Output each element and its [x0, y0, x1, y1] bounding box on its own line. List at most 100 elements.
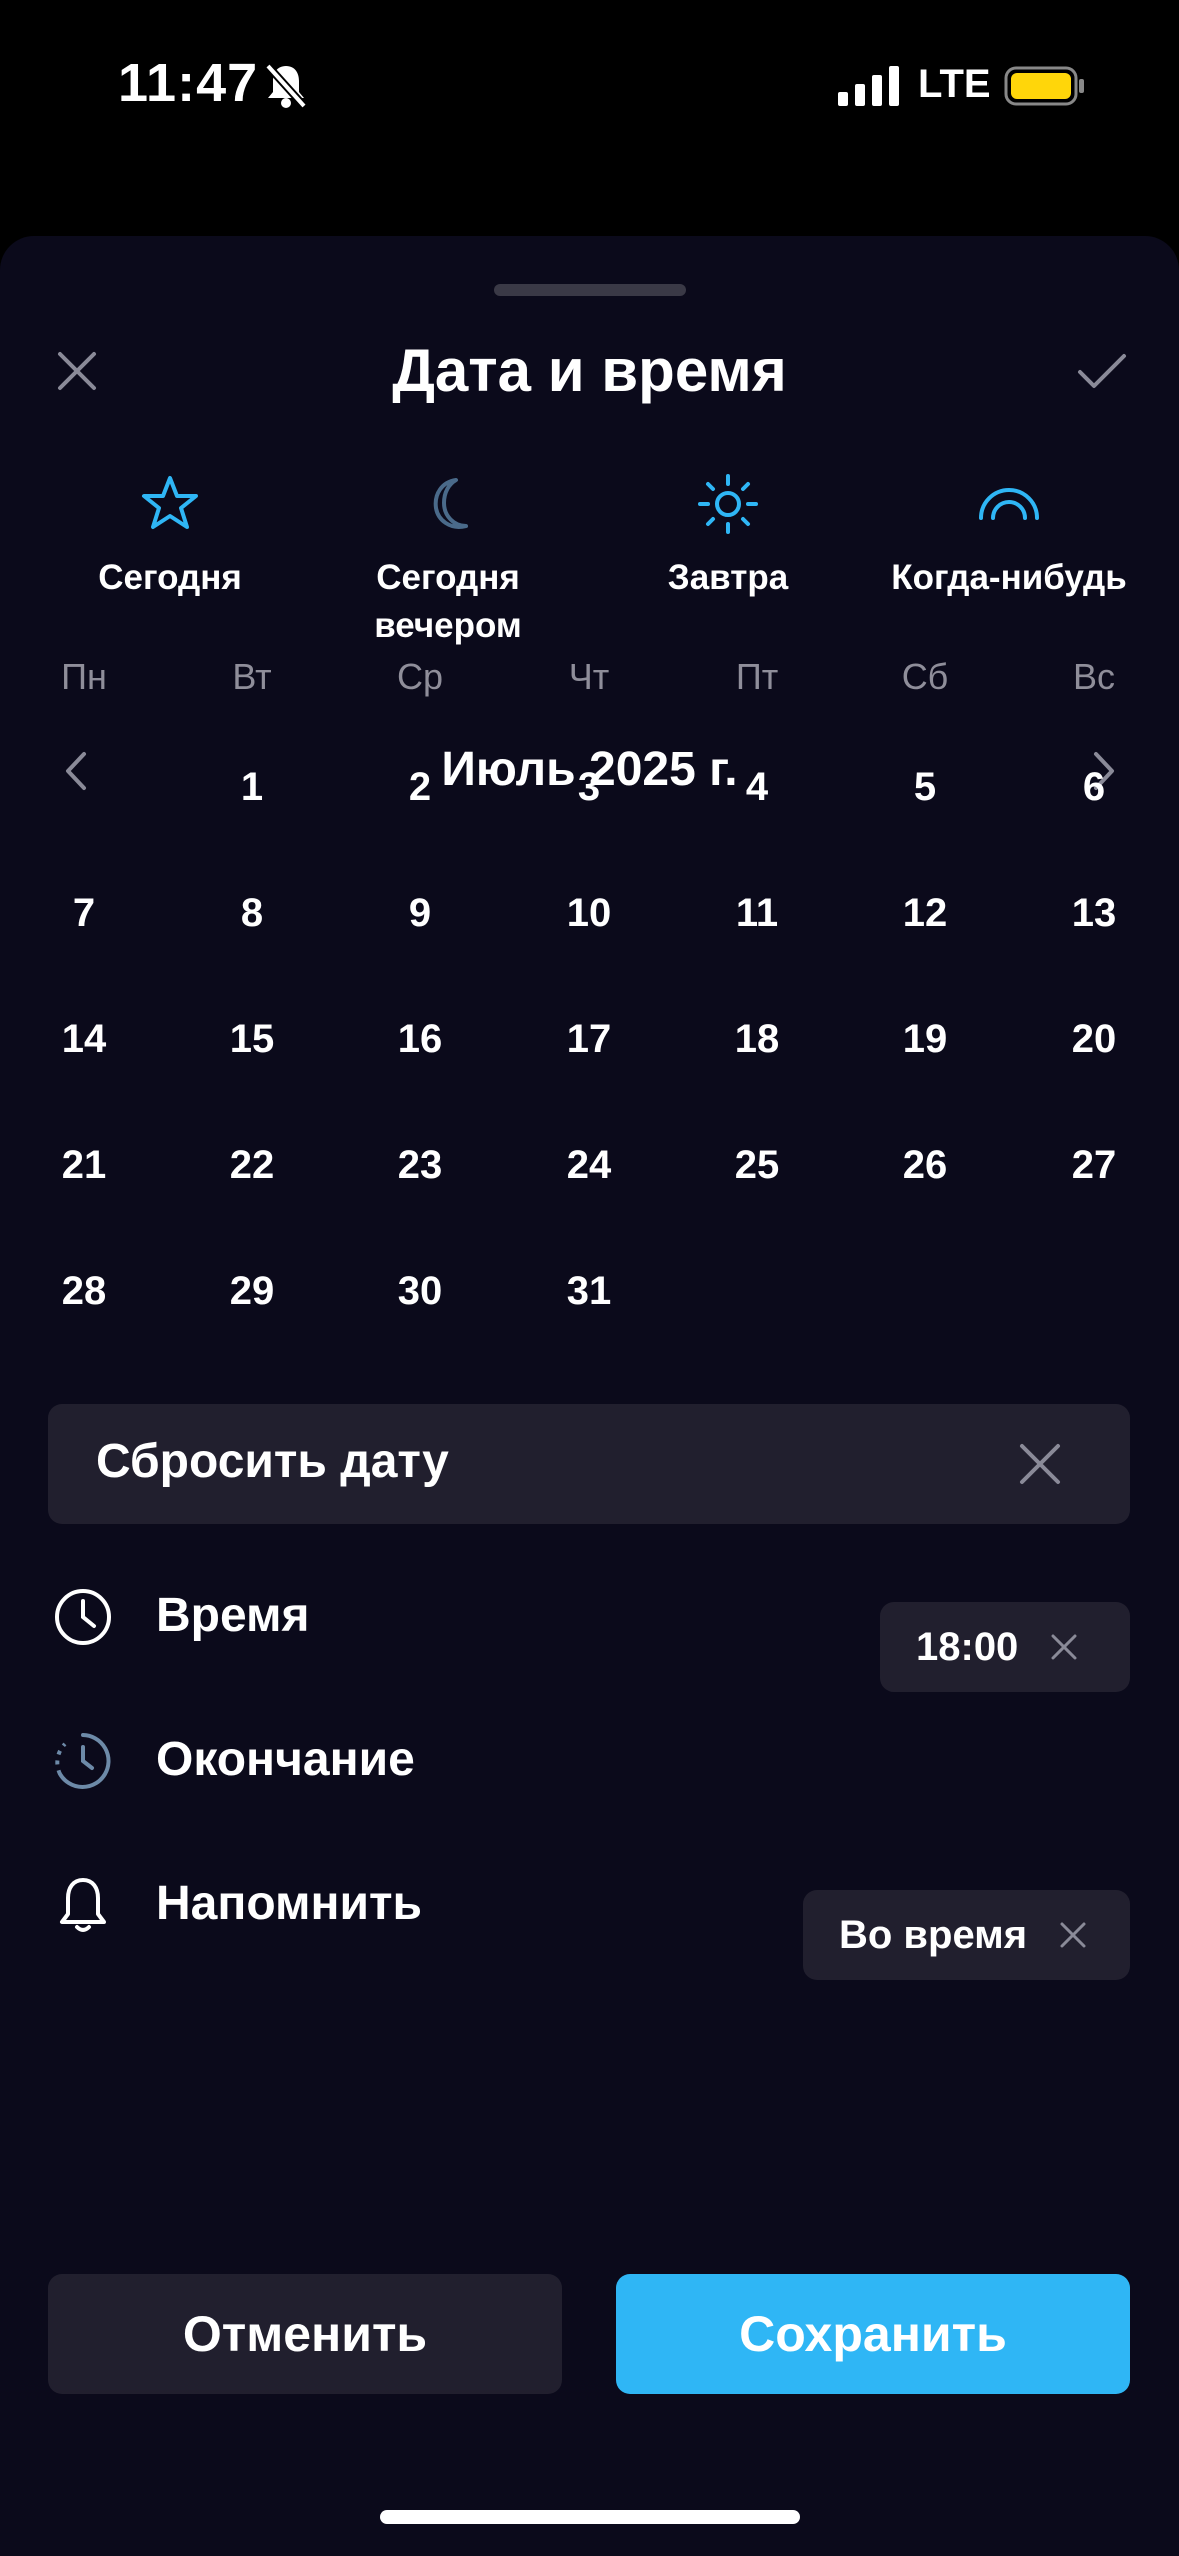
close-icon[interactable] — [1016, 1440, 1064, 1488]
reset-date-button[interactable]: Сбросить дату — [48, 1404, 1130, 1524]
calendar-day[interactable]: 11 — [697, 868, 817, 958]
weekday-label: Ср — [396, 656, 444, 697]
close-icon[interactable] — [1057, 1919, 1089, 1951]
weekday-label: Пт — [735, 656, 779, 697]
calendar-day-number: 16 — [397, 1017, 443, 1061]
calendar-day-number: 23 — [397, 1143, 443, 1187]
calendar-day[interactable]: 9 — [360, 868, 480, 958]
calendar-day[interactable]: 17 — [529, 994, 649, 1084]
quick-option-tomorrow[interactable]: Завтра — [598, 472, 858, 602]
end-label[interactable]: Окончание — [156, 1732, 415, 1787]
calendar-day-number: 14 — [61, 1017, 107, 1061]
clock-icon — [55, 1589, 111, 1645]
date-time-sheet: Дата и время Сегодня Сегодня вечером Зав… — [0, 236, 1179, 2556]
calendar-day[interactable]: 24 — [529, 1120, 649, 1210]
status-bar: 11:47 LTE — [0, 0, 1179, 170]
close-icon[interactable] — [1048, 1631, 1080, 1663]
quick-option-someday[interactable]: Когда-нибудь — [878, 472, 1140, 602]
time-chip[interactable]: 18:00 — [880, 1602, 1130, 1692]
calendar-day[interactable]: 23 — [360, 1120, 480, 1210]
calendar-day[interactable]: 8 — [192, 868, 312, 958]
calendar-day[interactable]: 6 — [1034, 742, 1154, 832]
calendar-day[interactable]: 3 — [529, 742, 649, 832]
moon-icon — [433, 478, 468, 529]
calendar-day[interactable]: 21 — [24, 1120, 144, 1210]
calendar-day[interactable]: 25 — [697, 1120, 817, 1210]
calendar-day[interactable]: 13 — [1034, 868, 1154, 958]
calendar-day[interactable]: 7 — [24, 868, 144, 958]
calendar-day[interactable]: 2 — [360, 742, 480, 832]
calendar-day-number: 13 — [1071, 891, 1117, 935]
calendar-day[interactable]: 27 — [1034, 1120, 1154, 1210]
calendar-day[interactable]: 30 — [360, 1246, 480, 1336]
calendar-day[interactable]: 10 — [529, 868, 649, 958]
calendar-day[interactable]: 29 — [192, 1246, 312, 1336]
calendar-day-number: 17 — [566, 1017, 612, 1061]
status-time: 11:47 — [118, 53, 259, 113]
quick-option-tonight[interactable]: Сегодня вечером — [318, 472, 578, 650]
quick-option-label: Сегодня вечером — [374, 558, 522, 645]
weekday-label: Сб — [901, 656, 949, 697]
calendar-day-number: 10 — [566, 891, 612, 935]
quick-option-label: Сегодня — [98, 558, 242, 597]
weekday-label: Вс — [1072, 656, 1115, 697]
calendar-day-number: 24 — [566, 1143, 612, 1187]
time-value: 18:00 — [916, 1624, 1019, 1669]
calendar-day-number: 18 — [734, 1017, 780, 1061]
star-icon — [142, 476, 198, 529]
reset-date-label: Сбросить дату — [96, 1435, 449, 1488]
calendar-day[interactable]: 14 — [24, 994, 144, 1084]
calendar-day-number: 25 — [734, 1143, 780, 1187]
bell-off-icon — [265, 63, 307, 109]
calendar-day[interactable]: 4 — [697, 742, 817, 832]
calendar-day-number: 26 — [902, 1143, 948, 1187]
calendar-day-number: 22 — [229, 1143, 275, 1187]
remind-chip[interactable]: Во время — [803, 1890, 1130, 1980]
weekday-label: Пн — [61, 656, 107, 697]
calendar-day[interactable]: 28 — [24, 1246, 144, 1336]
cancel-button[interactable]: Отменить — [48, 2274, 562, 2394]
weekday-label: Чт — [568, 656, 610, 697]
time-label[interactable]: Время — [156, 1588, 310, 1643]
network-type: LTE — [918, 62, 991, 106]
calendar-day-number: 9 — [408, 891, 432, 935]
home-indicator[interactable] — [380, 2510, 800, 2524]
checkmark-icon[interactable] — [1074, 346, 1130, 396]
calendar-day[interactable]: 20 — [1034, 994, 1154, 1084]
calendar-day-number: 31 — [566, 1269, 612, 1313]
calendar-day-selected[interactable]: 1 — [192, 742, 312, 832]
calendar-day[interactable]: 26 — [865, 1120, 985, 1210]
calendar-day-number: 20 — [1071, 1017, 1117, 1061]
calendar-day-number: 15 — [229, 1017, 275, 1061]
calendar-day[interactable]: 16 — [360, 994, 480, 1084]
calendar-day-number: 6 — [1082, 765, 1106, 809]
calendar-day-number: 28 — [61, 1269, 107, 1313]
calendar-day[interactable]: 19 — [865, 994, 985, 1084]
calendar-day-number: 7 — [72, 891, 96, 935]
signal-icon — [838, 66, 899, 106]
calendar-day-number: 8 — [240, 891, 264, 935]
remind-label[interactable]: Напомнить — [156, 1876, 422, 1931]
calendar-day[interactable]: 5 — [865, 742, 985, 832]
calendar-day-number: 29 — [229, 1269, 275, 1313]
calendar-day-number: 27 — [1071, 1143, 1117, 1187]
weekday-label: Вт — [232, 656, 272, 697]
quick-option-today[interactable]: Сегодня — [40, 472, 300, 602]
sheet-grabber[interactable] — [494, 284, 686, 296]
clock-end-icon — [55, 1733, 111, 1789]
calendar-day[interactable]: 12 — [865, 868, 985, 958]
quick-option-label: Когда-нибудь — [891, 558, 1127, 597]
calendar-day[interactable]: 31 — [529, 1246, 649, 1336]
remind-value: Во время — [839, 1912, 1028, 1957]
calendar-day-number: 3 — [577, 765, 601, 809]
calendar-day-number: 4 — [745, 765, 769, 809]
sheet-title: Дата и время — [392, 337, 787, 404]
calendar-day-number: 5 — [913, 765, 937, 809]
calendar-day[interactable]: 18 — [697, 994, 817, 1084]
calendar-day[interactable]: 15 — [192, 994, 312, 1084]
calendar-day[interactable]: 22 — [192, 1120, 312, 1210]
battery-icon — [1004, 66, 1084, 106]
save-button[interactable]: Сохранить — [616, 2274, 1130, 2394]
calendar-day-number: 30 — [397, 1269, 443, 1313]
calendar-day-number: 19 — [902, 1017, 948, 1061]
